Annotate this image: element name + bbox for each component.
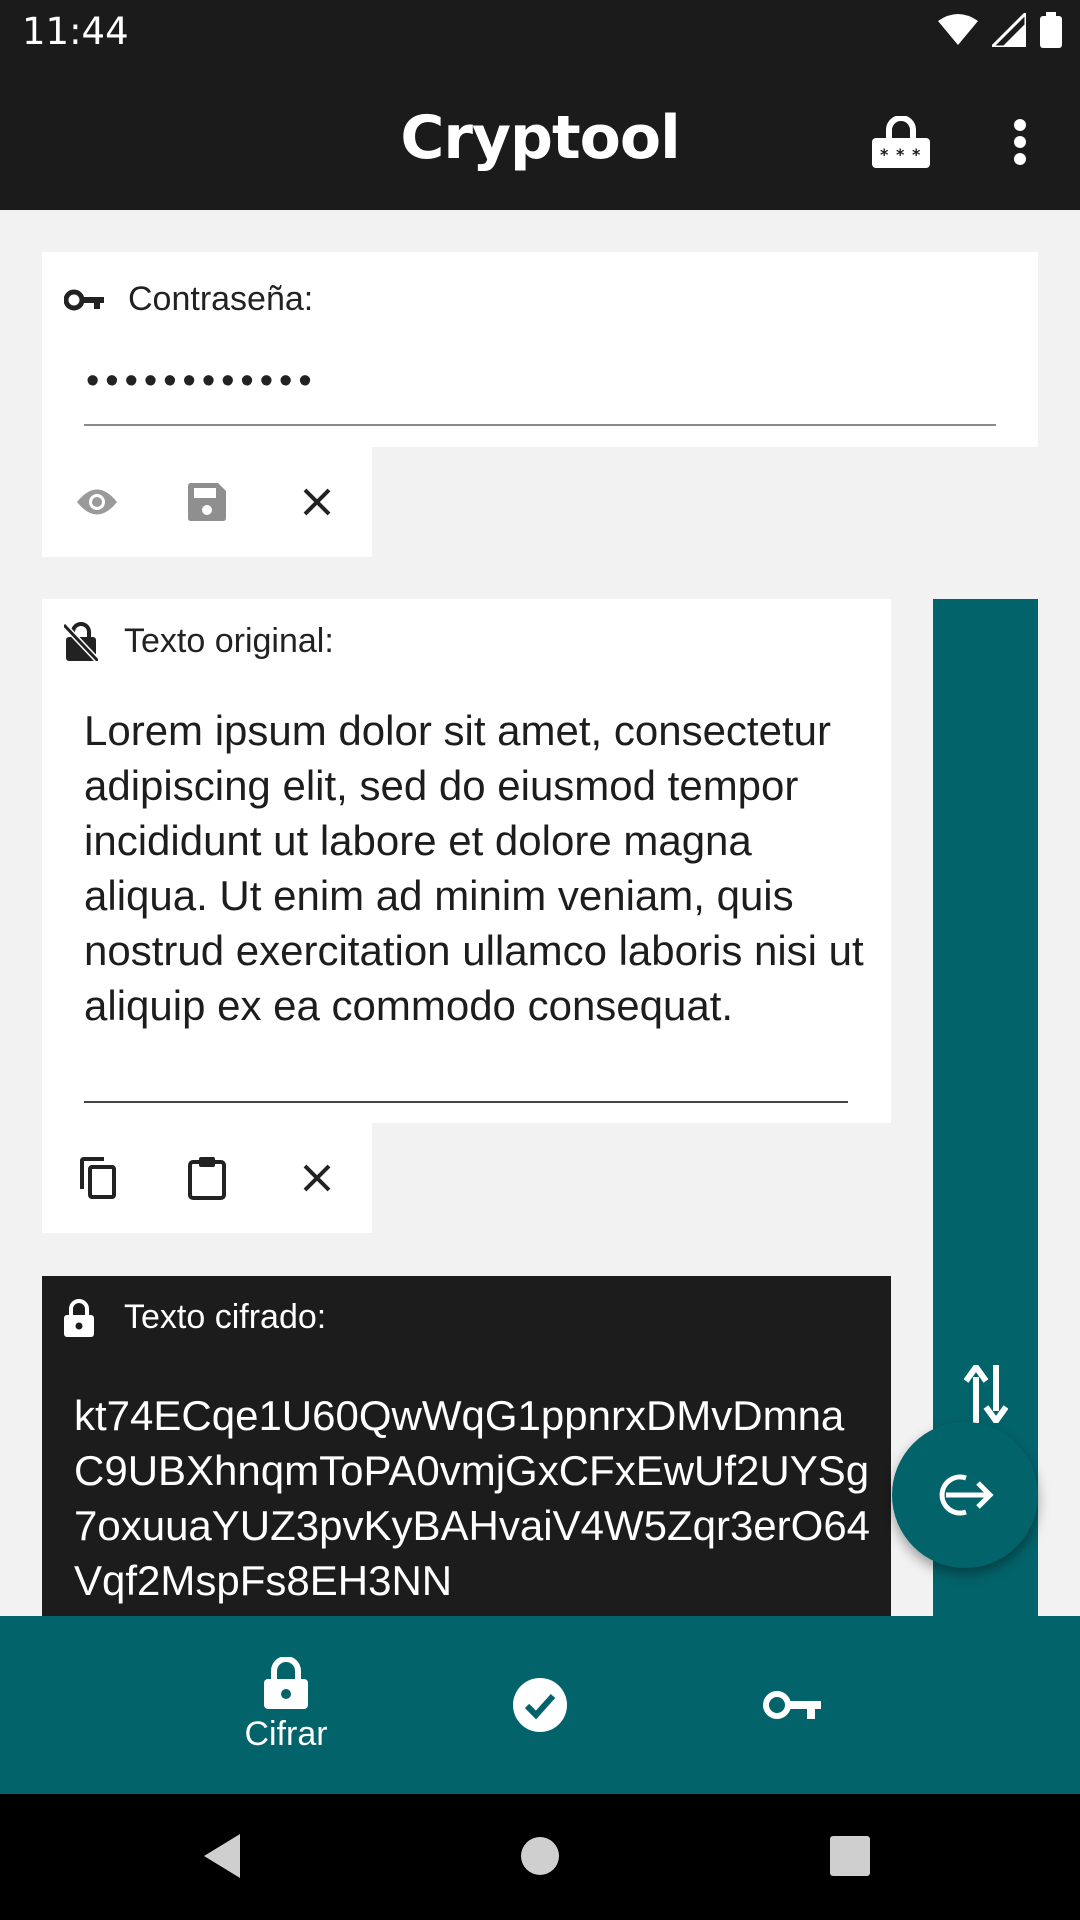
- password-field[interactable]: ••••••••••••: [86, 360, 318, 403]
- recents-button[interactable]: [830, 1836, 870, 1881]
- cipher-text-card: Texto cifrado: kt74ECqe1U60QwWqG1ppnrxDM…: [42, 1276, 891, 1616]
- paste-icon: [188, 1157, 226, 1200]
- lock-off-icon: [64, 622, 98, 661]
- wifi-icon: [938, 14, 978, 45]
- check-circle-icon: [513, 1678, 567, 1732]
- visibility-icon: [77, 489, 117, 515]
- status-bar: 11:44: [0, 0, 1080, 63]
- copy-icon: [80, 1157, 116, 1199]
- original-label: Texto original:: [124, 621, 334, 660]
- original-actions: [42, 1123, 372, 1233]
- password-card: Contraseña: ••••••••••••: [42, 252, 1038, 447]
- back-button[interactable]: [200, 1832, 244, 1885]
- svg-text:*: *: [880, 145, 889, 164]
- lock-keypad-icon: * * *: [872, 116, 930, 168]
- password-keypad-button[interactable]: * * *: [866, 107, 936, 177]
- svg-text:*: *: [912, 145, 921, 164]
- nav-item-cifrar[interactable]: Cifrar: [196, 1616, 376, 1794]
- home-button[interactable]: [520, 1836, 560, 1881]
- cipher-label: Texto cifrado:: [124, 1298, 327, 1336]
- password-actions: [42, 447, 372, 557]
- overflow-menu-button[interactable]: [990, 107, 1050, 177]
- cipher-text-output[interactable]: kt74ECqe1U60QwWqG1ppnrxDMvDmnaC9UBXhnqmT…: [74, 1388, 874, 1608]
- original-underline: [84, 1101, 848, 1103]
- save-icon: [188, 483, 226, 521]
- save-password-button[interactable]: [152, 447, 262, 557]
- nav-label-cifrar: Cifrar: [244, 1714, 328, 1753]
- battery-icon: [1040, 12, 1062, 48]
- system-navigation: [0, 1794, 1080, 1920]
- cipher-header: Texto cifrado:: [64, 1298, 326, 1337]
- password-underline: [84, 424, 996, 426]
- copy-original-button[interactable]: [42, 1123, 152, 1233]
- nav-item-keys[interactable]: [702, 1616, 882, 1794]
- original-header: Texto original:: [64, 621, 334, 661]
- more-vert-icon: [1014, 119, 1026, 165]
- clear-original-button[interactable]: [262, 1123, 372, 1233]
- key-icon: [763, 1691, 821, 1719]
- swap-vert-icon: [963, 1365, 1008, 1423]
- lock-icon: [64, 1298, 94, 1337]
- key-icon: [64, 289, 104, 310]
- bottom-navigation: Cifrar: [0, 1616, 1080, 1794]
- original-text-input[interactable]: Lorem ipsum dolor sit amet, consectetur …: [84, 703, 884, 1033]
- password-header: Contraseña:: [64, 280, 313, 319]
- show-password-button[interactable]: [42, 447, 152, 557]
- back-icon: [204, 1834, 240, 1878]
- signal-icon: [992, 13, 1026, 47]
- svg-text:*: *: [896, 145, 905, 164]
- clear-password-button[interactable]: [262, 447, 372, 557]
- recents-icon: [830, 1836, 870, 1876]
- status-time: 11:44: [22, 10, 129, 53]
- app-bar: Cryptool * * *: [0, 63, 1080, 210]
- paste-original-button[interactable]: [152, 1123, 262, 1233]
- lock-icon: [264, 1656, 308, 1709]
- swap-button[interactable]: [933, 1359, 1038, 1429]
- encrypt-fab[interactable]: [892, 1422, 1038, 1568]
- original-text-card: Texto original: Lorem ipsum dolor sit am…: [42, 599, 891, 1123]
- home-icon: [521, 1837, 559, 1875]
- password-label: Contraseña:: [128, 280, 314, 318]
- close-icon: [303, 1164, 331, 1192]
- close-icon: [303, 488, 331, 516]
- status-icons: [938, 12, 1062, 48]
- login-icon: [939, 1474, 994, 1516]
- nav-item-verify[interactable]: [450, 1616, 630, 1794]
